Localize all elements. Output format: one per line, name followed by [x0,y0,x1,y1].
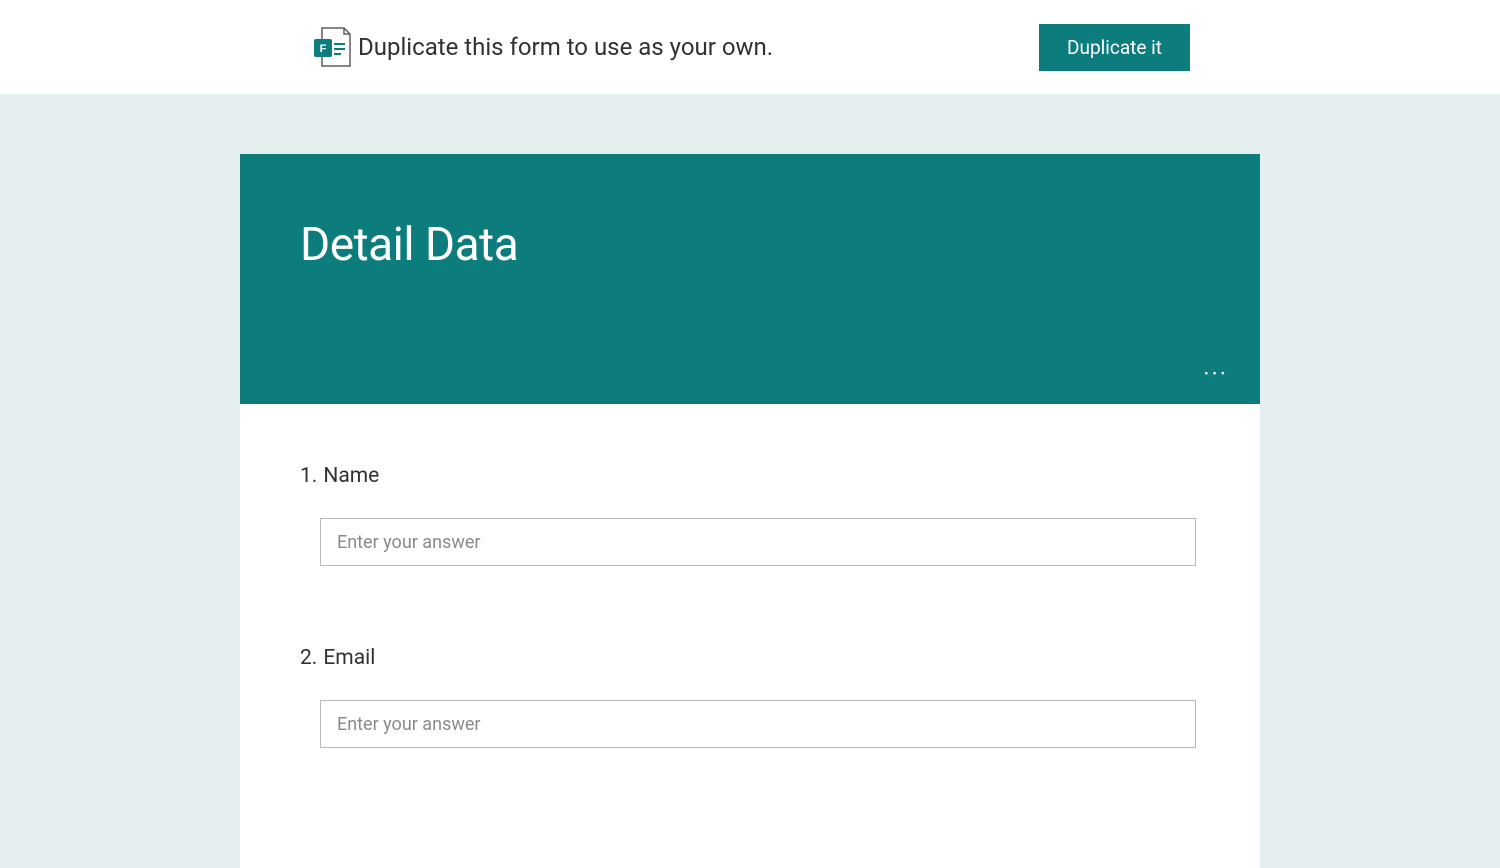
duplicate-message: Duplicate this form to use as your own. [358,33,773,61]
question-label: Email [323,646,375,670]
question-email: 2. Email [300,646,1200,748]
question-number: 1. [300,464,317,488]
top-bar-inner: F Duplicate this form to use as your own… [310,24,1190,71]
top-bar-left: F Duplicate this form to use as your own… [310,25,773,69]
name-input[interactable] [320,518,1196,566]
question-number: 2. [300,646,317,670]
form-title: Detail Data [300,218,1200,272]
email-input[interactable] [320,700,1196,748]
svg-text:F: F [320,43,327,55]
content-area: Detail Data ··· 1. Name 2. Email [0,94,1500,868]
question-name: 1. Name [300,464,1200,566]
question-label: Name [323,464,379,488]
question-label-row: 1. Name [300,464,1200,488]
form-header: Detail Data ··· [240,154,1260,404]
more-options-button[interactable]: ··· [1197,358,1234,390]
top-bar: F Duplicate this form to use as your own… [0,0,1500,94]
form-body: 1. Name 2. Email [240,404,1260,868]
form-card: Detail Data ··· 1. Name 2. Email [240,154,1260,868]
question-label-row: 2. Email [300,646,1200,670]
ms-forms-icon: F [310,25,352,69]
duplicate-button[interactable]: Duplicate it [1039,24,1190,71]
